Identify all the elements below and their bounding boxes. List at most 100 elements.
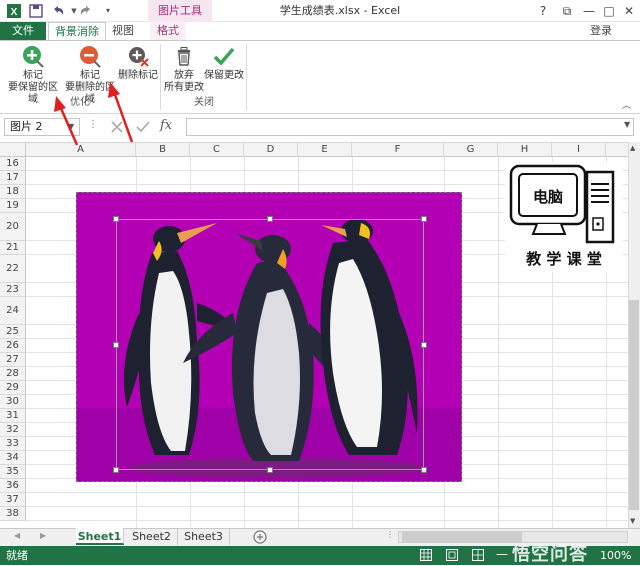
undo-icon[interactable] [50, 3, 66, 19]
sheet-tab-3[interactable]: Sheet3 [178, 528, 230, 545]
logo-top-text: 电脑 [532, 188, 563, 206]
help-button[interactable]: ? [532, 0, 554, 22]
normal-view-icon[interactable] [420, 549, 432, 561]
column-header-a[interactable]: A [26, 143, 136, 157]
column-header-d[interactable]: D [244, 143, 298, 157]
row-header[interactable]: 28 [0, 367, 26, 381]
resize-handle-bottom[interactable] [267, 467, 273, 473]
resize-handle-bottom-left[interactable] [113, 467, 119, 473]
mark-remove-label-1: 标记 [80, 70, 100, 81]
scroll-up-arrow-icon[interactable]: ▲ [630, 144, 635, 152]
scroll-down-arrow-icon[interactable]: ▼ [630, 517, 635, 525]
trash-icon [178, 47, 190, 66]
save-icon[interactable] [28, 3, 44, 19]
checkmark-icon [213, 47, 235, 66]
column-header-c[interactable]: C [190, 143, 244, 157]
formula-input[interactable] [186, 118, 634, 136]
picture-selection-frame[interactable] [116, 219, 424, 470]
row-header[interactable]: 19 [0, 199, 26, 213]
resize-handle-right[interactable] [421, 342, 427, 348]
zoom-out-icon[interactable]: — [496, 547, 508, 561]
logo-bottom-text: 教 学 课 堂 [526, 250, 602, 268]
row-header[interactable]: 30 [0, 395, 26, 409]
collapse-ribbon-icon[interactable]: ︿ [622, 98, 634, 111]
row-header[interactable]: 36 [0, 479, 26, 493]
minimize-button[interactable]: — [578, 0, 600, 22]
computer-class-logo: 电脑 教 学 课 堂 [505, 162, 623, 272]
column-header-b[interactable]: B [136, 143, 190, 157]
row-header[interactable]: 26 [0, 339, 26, 353]
column-header-e[interactable]: E [298, 143, 352, 157]
row-header[interactable]: 24 [0, 297, 26, 325]
column-header-h[interactable]: H [498, 143, 552, 157]
column-header-f[interactable]: F [352, 143, 444, 157]
tab-split-handle[interactable]: ⋮ [386, 530, 394, 539]
enter-check-icon[interactable] [134, 118, 152, 136]
keep-changes-button[interactable]: 保留更改 [204, 44, 244, 82]
delete-mark-icon [129, 47, 149, 67]
column-header-i[interactable]: I [552, 143, 606, 157]
zoom-level[interactable]: 100% [600, 546, 631, 565]
keep-changes-label: 保留更改 [204, 70, 244, 81]
customize-qat-icon[interactable]: ▾ [100, 3, 116, 19]
row-header[interactable]: 32 [0, 423, 26, 437]
column-header-g[interactable]: G [444, 143, 498, 157]
login-link[interactable]: 登录 [590, 22, 630, 40]
maximize-button[interactable]: □ [598, 0, 620, 22]
resize-handle-top-left[interactable] [113, 216, 119, 222]
row-header[interactable]: 25 [0, 325, 26, 339]
select-all-corner[interactable] [0, 143, 26, 157]
row-header[interactable]: 18 [0, 185, 26, 199]
row-header[interactable]: 22 [0, 255, 26, 283]
row-header[interactable]: 17 [0, 171, 26, 185]
resize-handle-top[interactable] [267, 216, 273, 222]
grid-line [26, 492, 628, 493]
cancel-icon[interactable] [108, 118, 126, 136]
row-header[interactable]: 23 [0, 283, 26, 297]
row-header[interactable]: 33 [0, 437, 26, 451]
tab-format[interactable]: 格式 [150, 22, 186, 40]
resize-handle-left[interactable] [113, 342, 119, 348]
row-header[interactable]: 34 [0, 451, 26, 465]
row-header[interactable]: 16 [0, 157, 26, 171]
horizontal-scroll-thumb[interactable] [402, 532, 522, 542]
next-sheet-arrow-icon[interactable]: ▶ [40, 531, 46, 540]
expand-formula-bar-icon[interactable]: ▼ [624, 120, 630, 129]
add-sheet-icon[interactable] [252, 529, 268, 545]
resize-handle-bottom-right[interactable] [421, 467, 427, 473]
tab-background-removal[interactable]: 背景消除 [48, 22, 106, 40]
sheet-tab-2[interactable]: Sheet2 [126, 528, 178, 545]
document-title: 学生成绩表.xlsx - Excel [279, 4, 401, 17]
page-break-view-icon[interactable] [472, 549, 484, 561]
delete-mark-label: 删除标记 [118, 70, 158, 81]
discard-label-2: 所有更改 [164, 82, 204, 93]
name-box-dropdown-icon[interactable]: ▼ [68, 118, 80, 136]
row-header[interactable]: 29 [0, 381, 26, 395]
watermark-text: 悟空问答 [512, 544, 588, 565]
discard-all-changes-button[interactable]: 放弃 所有更改 [164, 44, 204, 94]
row-header[interactable]: 31 [0, 409, 26, 423]
group-separator [160, 44, 161, 110]
tab-file[interactable]: 文件 [0, 22, 46, 40]
prev-sheet-arrow-icon[interactable]: ◀ [14, 531, 20, 540]
grid-line [26, 506, 628, 507]
group-label-refine: 优化 [70, 97, 90, 108]
page-layout-view-icon[interactable] [446, 549, 458, 561]
resize-handle-top-right[interactable] [421, 216, 427, 222]
ribbon-display-button[interactable]: ⧉ [556, 0, 578, 22]
vertical-scroll-thumb[interactable] [629, 300, 639, 510]
row-header[interactable]: 27 [0, 353, 26, 367]
row-header[interactable]: 20 [0, 213, 26, 241]
row-header[interactable]: 21 [0, 241, 26, 255]
close-button[interactable]: ✕ [618, 0, 640, 22]
sheet-tab-1[interactable]: Sheet1 [76, 528, 124, 545]
tab-view[interactable]: 视图 [108, 22, 138, 40]
delete-mark-button[interactable]: 删除标记 [118, 44, 158, 82]
group-label-close: 关闭 [194, 97, 214, 108]
row-header[interactable]: 37 [0, 493, 26, 507]
row-header[interactable]: 38 [0, 507, 26, 521]
row-header[interactable]: 35 [0, 465, 26, 479]
redo-icon[interactable] [78, 3, 94, 19]
insert-function-button[interactable]: fx [160, 118, 172, 133]
grid-line [26, 520, 628, 521]
